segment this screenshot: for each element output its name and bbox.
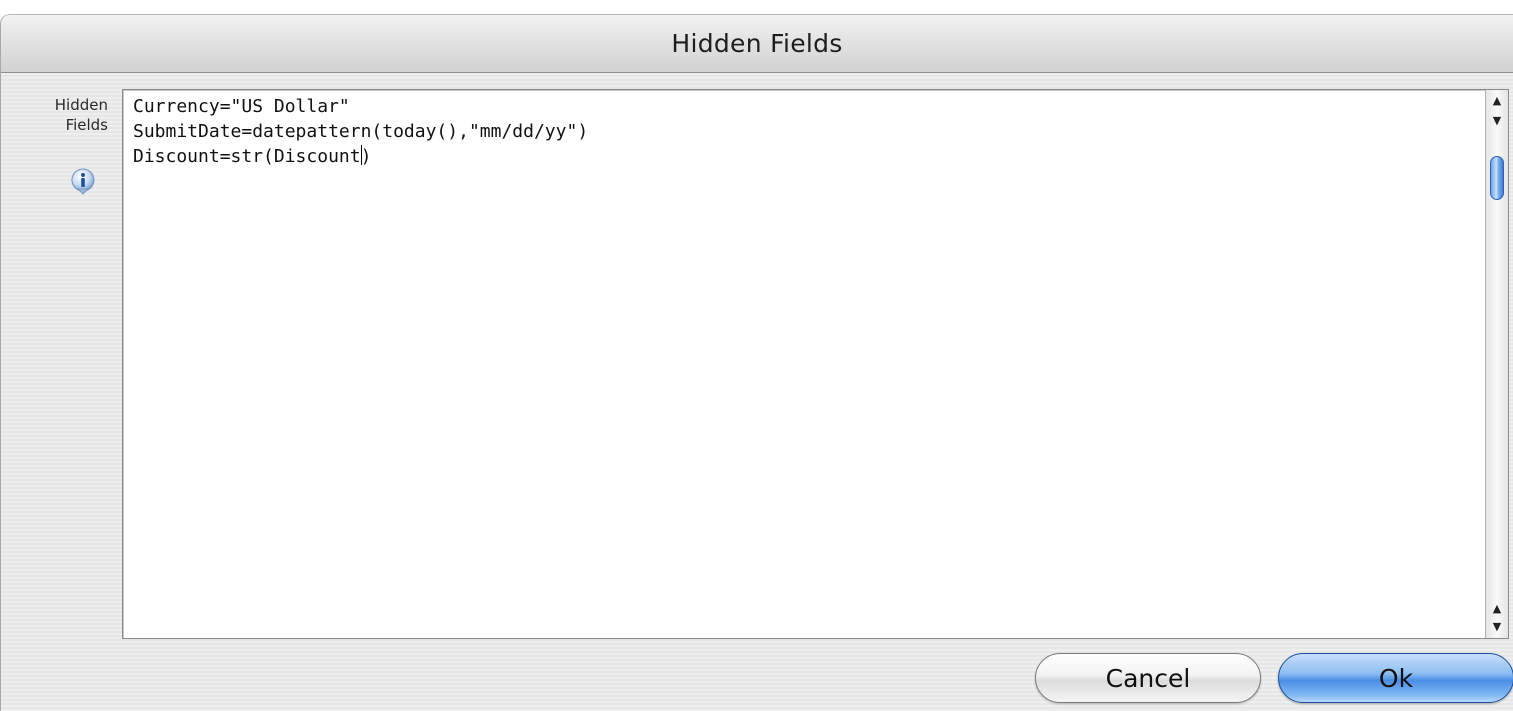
formula-line-2: SubmitDate=datepattern(today(),"mm/dd/yy… [133,121,589,142]
ok-button[interactable]: Ok [1278,653,1513,703]
dialog-content: Hidden Fields Currency="US Dollar" Submi… [1,73,1513,711]
formula-line-1: Currency="US Dollar" [133,96,350,117]
scroll-down-arrow-bottom[interactable]: ▼ [1486,618,1508,634]
label-line-2: Fields [65,116,108,134]
window-title: Hidden Fields [671,29,843,58]
scroll-up-arrow-top[interactable]: ▲ [1486,92,1508,108]
scrollbar-thumb[interactable] [1490,156,1504,200]
info-icon[interactable] [69,167,97,195]
scroll-up-arrow-bottom[interactable]: ▲ [1486,600,1508,616]
formula-line-3-after-caret: ) [360,146,372,167]
title-bar: Hidden Fields [1,15,1513,73]
hidden-fields-textarea[interactable]: Currency="US Dollar" SubmitDate=datepatte… [122,89,1509,639]
vertical-scrollbar[interactable]: ▲ ▼ ▲ ▼ [1485,90,1508,638]
formula-line-3: Discount=str(Discount) [133,144,588,169]
hidden-fields-label: Hidden Fields [55,95,108,135]
scroll-down-arrow-top[interactable]: ▼ [1486,112,1508,128]
dialog-window: Hidden Fields Hidden Fields Currency="US… [0,14,1513,711]
formula-line-3-before-caret: Discount=str(Discount [133,146,361,167]
cancel-button[interactable]: Cancel [1035,653,1261,703]
label-line-1: Hidden [54,96,108,114]
hidden-fields-text[interactable]: Currency="US Dollar" SubmitDate=datepatte… [133,94,588,169]
